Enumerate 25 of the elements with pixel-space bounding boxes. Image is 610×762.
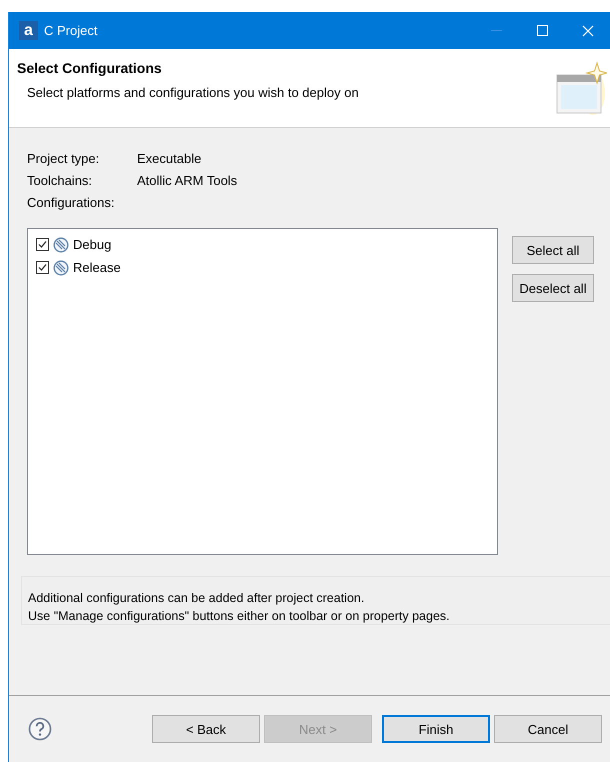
field-value: Atollic ARM Tools: [137, 173, 238, 188]
help-icon[interactable]: [28, 717, 52, 741]
configuration-name[interactable]: Release: [73, 260, 121, 275]
app-logo: a: [19, 21, 38, 40]
checkbox[interactable]: [36, 238, 49, 251]
field-value: Executable: [137, 151, 202, 166]
checkbox[interactable]: [36, 261, 49, 274]
page-title: Select Configurations: [17, 60, 162, 76]
close-icon: [582, 24, 594, 36]
field-label: Toolchains:: [27, 173, 94, 188]
field-label: Configurations:: [27, 195, 116, 210]
field-label: Project type:: [27, 151, 100, 166]
cancel-button[interactable]: Cancel: [494, 715, 602, 743]
window-title: C Project: [44, 23, 98, 38]
back-button[interactable]: < Back: [152, 715, 260, 743]
deselect-all-button[interactable]: Deselect all: [512, 274, 594, 302]
configuration-icon: [53, 260, 69, 276]
minimize-icon: [490, 30, 502, 32]
configuration-name[interactable]: Debug: [73, 237, 112, 252]
maximize-icon: [536, 25, 548, 36]
finish-button[interactable]: Finish: [382, 715, 490, 743]
page-description: Select platforms and configurations you wish to deploy on: [27, 85, 359, 100]
configuration-icon: [53, 236, 69, 252]
info-message: Additional configurations can be added after project creation. Use "Manage configurations" buttons either on toolbar or on property pages.: [28, 590, 451, 625]
select-all-button[interactable]: Select all: [512, 236, 594, 264]
